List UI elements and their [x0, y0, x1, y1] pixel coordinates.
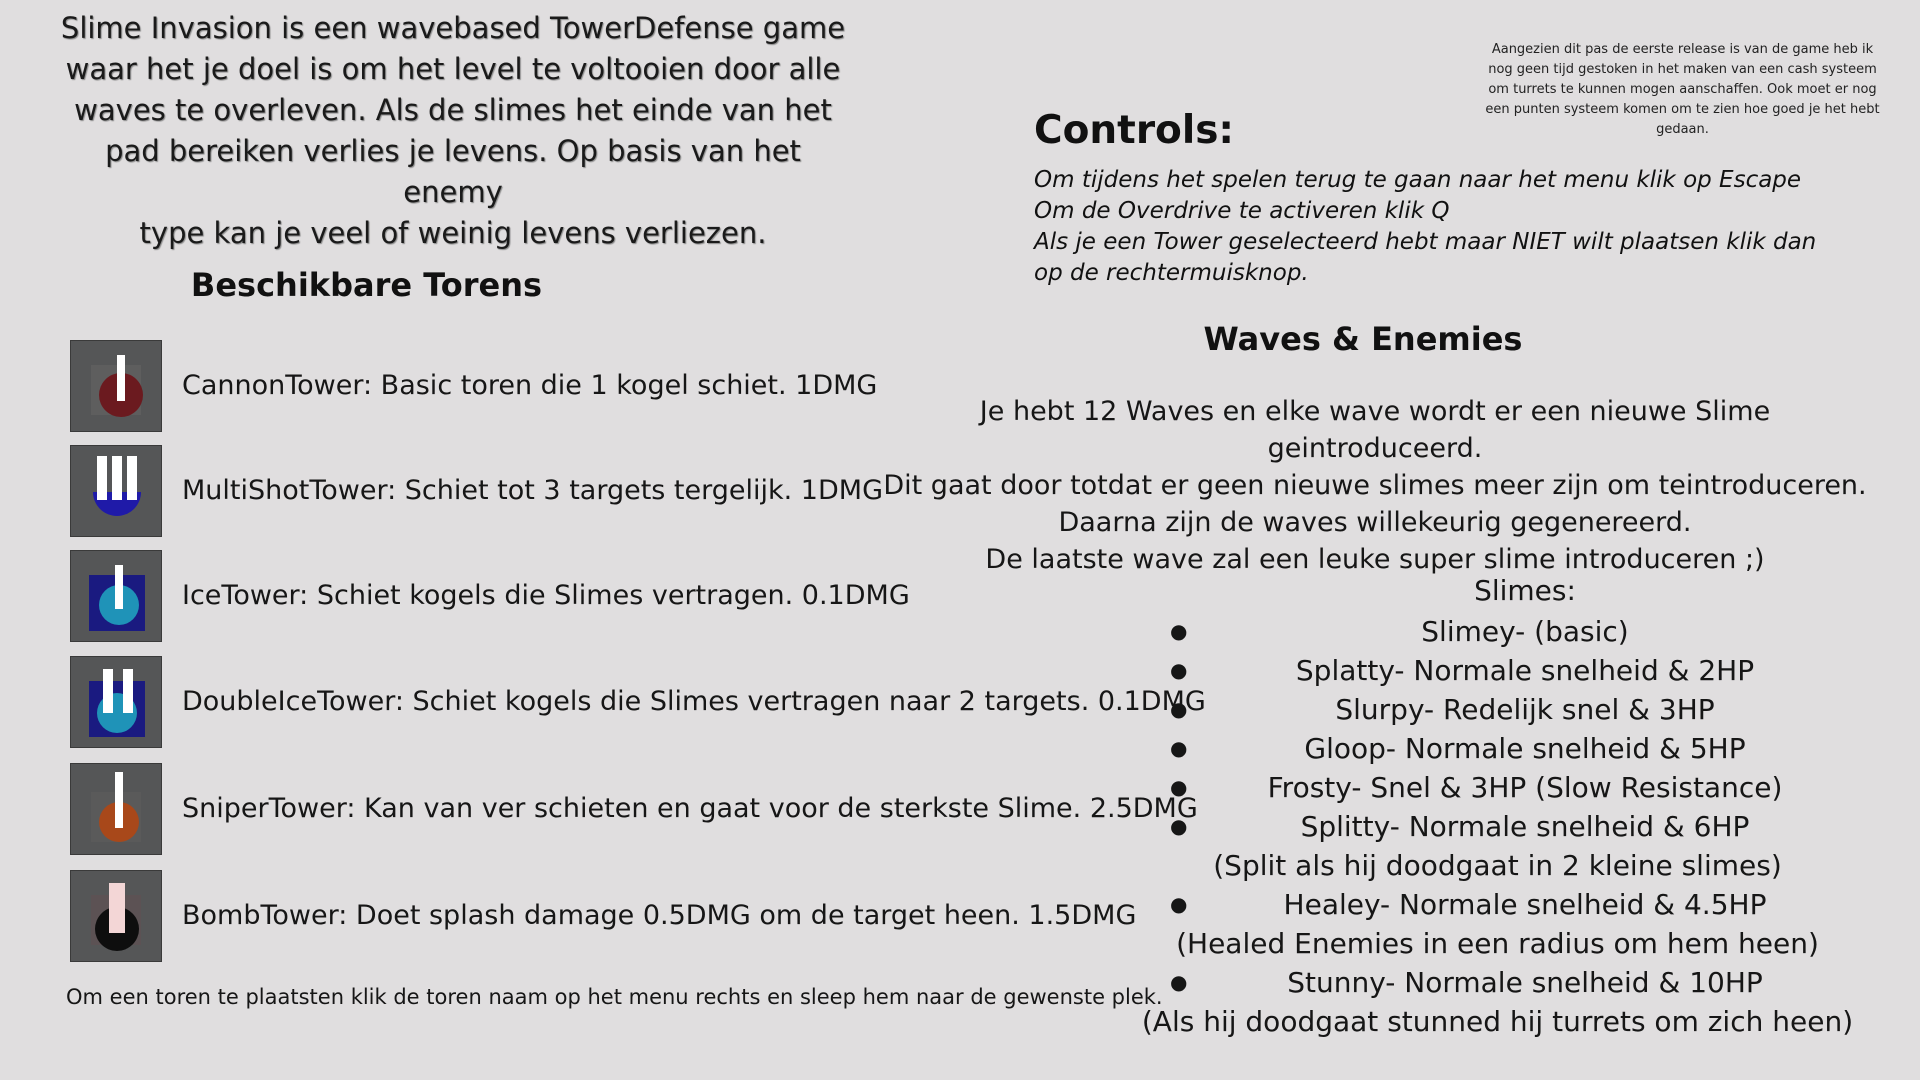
slime-name: Splatty- Normale snelheid & 2HP: [1295, 654, 1755, 687]
intro-line: pad bereiken verlies je levens. Op basis…: [105, 134, 801, 209]
control-item: Als je een Tower geselecteerd hebt maar …: [1034, 229, 1817, 286]
waves-line: De laatste wave zal een leuke super slim…: [985, 544, 1765, 575]
intro-line: type kan je veel of weinig levens verlie…: [139, 216, 767, 250]
tower-label: CannonTower: Basic toren die 1 kogel sch…: [182, 370, 878, 401]
waves-text: Je hebt 12 Waves en elke wave wordt er e…: [880, 393, 1870, 578]
waves-line: Daarna zijn de waves willekeurig gegener…: [1058, 507, 1692, 538]
controls-list: Om tijdens het spelen terug te gaan naar…: [1034, 165, 1824, 289]
slime-name: Frosty- Snel & 3HP (Slow Resistance): [1267, 771, 1783, 804]
bullet-icon: ●: [1170, 736, 1188, 760]
slime-item: ● Splitty- Normale snelheid & 6HP (Split…: [1170, 807, 1880, 885]
slime-detail: (Als hij doodgaat stunned hij turrets om…: [1141, 1005, 1854, 1038]
slime-item: ● Slurpy- Redelijk snel & 3HP: [1170, 690, 1880, 729]
intro-line: Slime Invasion is een wavebased TowerDef…: [60, 11, 846, 45]
tower-label: IceTower: Schiet kogels die Slimes vertr…: [182, 580, 910, 611]
tower-label: SniperTower: Kan van ver schieten en gaa…: [182, 793, 1198, 824]
tower-row-bomb: BombTower: Doet splash damage 0.5DMG om …: [70, 870, 1170, 962]
slime-name: Stunny- Normale snelheid & 10HP: [1287, 966, 1763, 999]
intro-line: waves te overleven. Als de slimes het ei…: [74, 93, 832, 127]
slime-item: ● Healey- Normale snelheid & 4.5HP (Heal…: [1170, 885, 1880, 963]
tower-label: MultiShotTower: Schiet tot 3 targets ter…: [182, 475, 883, 506]
slime-item: ● Stunny- Normale snelheid & 10HP (Als h…: [1142, 963, 1880, 1041]
tower-label: BombTower: Doet splash damage 0.5DMG om …: [182, 900, 1137, 931]
tower-row-double-ice: DoubleIceTower: Schiet kogels die Slimes…: [70, 656, 1206, 748]
intro-text: Slime Invasion is een wavebased TowerDef…: [58, 8, 848, 254]
slime-item: ● Frosty- Snel & 3HP (Slow Resistance): [1170, 768, 1880, 807]
controls-title: Controls:: [1034, 108, 1235, 153]
release-note: Aangezien dit pas de eerste release is v…: [1485, 42, 1880, 137]
slime-detail: (Healed Enemies in een radius om hem hee…: [1176, 927, 1819, 960]
placement-hint: Om een toren te plaatsten klik de toren …: [66, 985, 1163, 1009]
slimes-heading: Slimes:: [1474, 574, 1576, 607]
double-ice-tower-icon: [70, 656, 162, 748]
bullet-icon: ●: [1170, 658, 1188, 682]
towers-title: Beschikbare Torens: [190, 266, 543, 304]
bullet-icon: ●: [1170, 775, 1188, 799]
slime-name: Slimey- (basic): [1421, 615, 1629, 648]
sniper-tower-icon: [70, 763, 162, 855]
ice-tower-icon: [70, 550, 162, 642]
intro-line: waar het je doel is om het level te volt…: [65, 52, 841, 86]
waves-line: Je hebt 12 Waves en elke wave wordt er e…: [979, 396, 1771, 464]
slime-list: ● Slimey- (basic) ● Splatty- Normale sne…: [1142, 612, 1880, 1041]
bullet-icon: ●: [1170, 970, 1188, 994]
slime-name: Slurpy- Redelijk snel & 3HP: [1335, 693, 1715, 726]
bomb-tower-icon: [70, 870, 162, 962]
control-item: Om tijdens het spelen terug te gaan naar…: [1034, 167, 1802, 193]
waves-line: Dit gaat door totdat er geen nieuwe slim…: [883, 470, 1867, 501]
slime-name: Gloop- Normale snelheid & 5HP: [1304, 732, 1746, 765]
bullet-icon: ●: [1170, 892, 1188, 916]
waves-title: Waves & Enemies: [1203, 320, 1523, 358]
multishot-tower-icon: [70, 445, 162, 537]
tower-row-sniper: SniperTower: Kan van ver schieten en gaa…: [70, 763, 1198, 855]
slime-detail: (Split als hij doodgaat in 2 kleine slim…: [1213, 849, 1782, 882]
slime-name: Healey- Normale snelheid & 4.5HP: [1283, 888, 1767, 921]
control-item: Om de Overdrive te activeren klik Q: [1034, 198, 1450, 224]
slime-item: ● Gloop- Normale snelheid & 5HP: [1170, 729, 1880, 768]
slime-item: ● Slimey- (basic): [1170, 612, 1880, 651]
bullet-icon: ●: [1170, 619, 1188, 643]
game-instructions-screen: { "intro": { "lines": [ "Slime Invasion …: [0, 0, 1920, 1080]
tower-label: DoubleIceTower: Schiet kogels die Slimes…: [182, 686, 1206, 717]
bullet-icon: ●: [1170, 697, 1188, 721]
slime-name: Splitty- Normale snelheid & 6HP: [1300, 810, 1750, 843]
slime-item: ● Splatty- Normale snelheid & 2HP: [1170, 651, 1880, 690]
cannon-tower-icon: [70, 340, 162, 432]
bullet-icon: ●: [1170, 814, 1188, 838]
